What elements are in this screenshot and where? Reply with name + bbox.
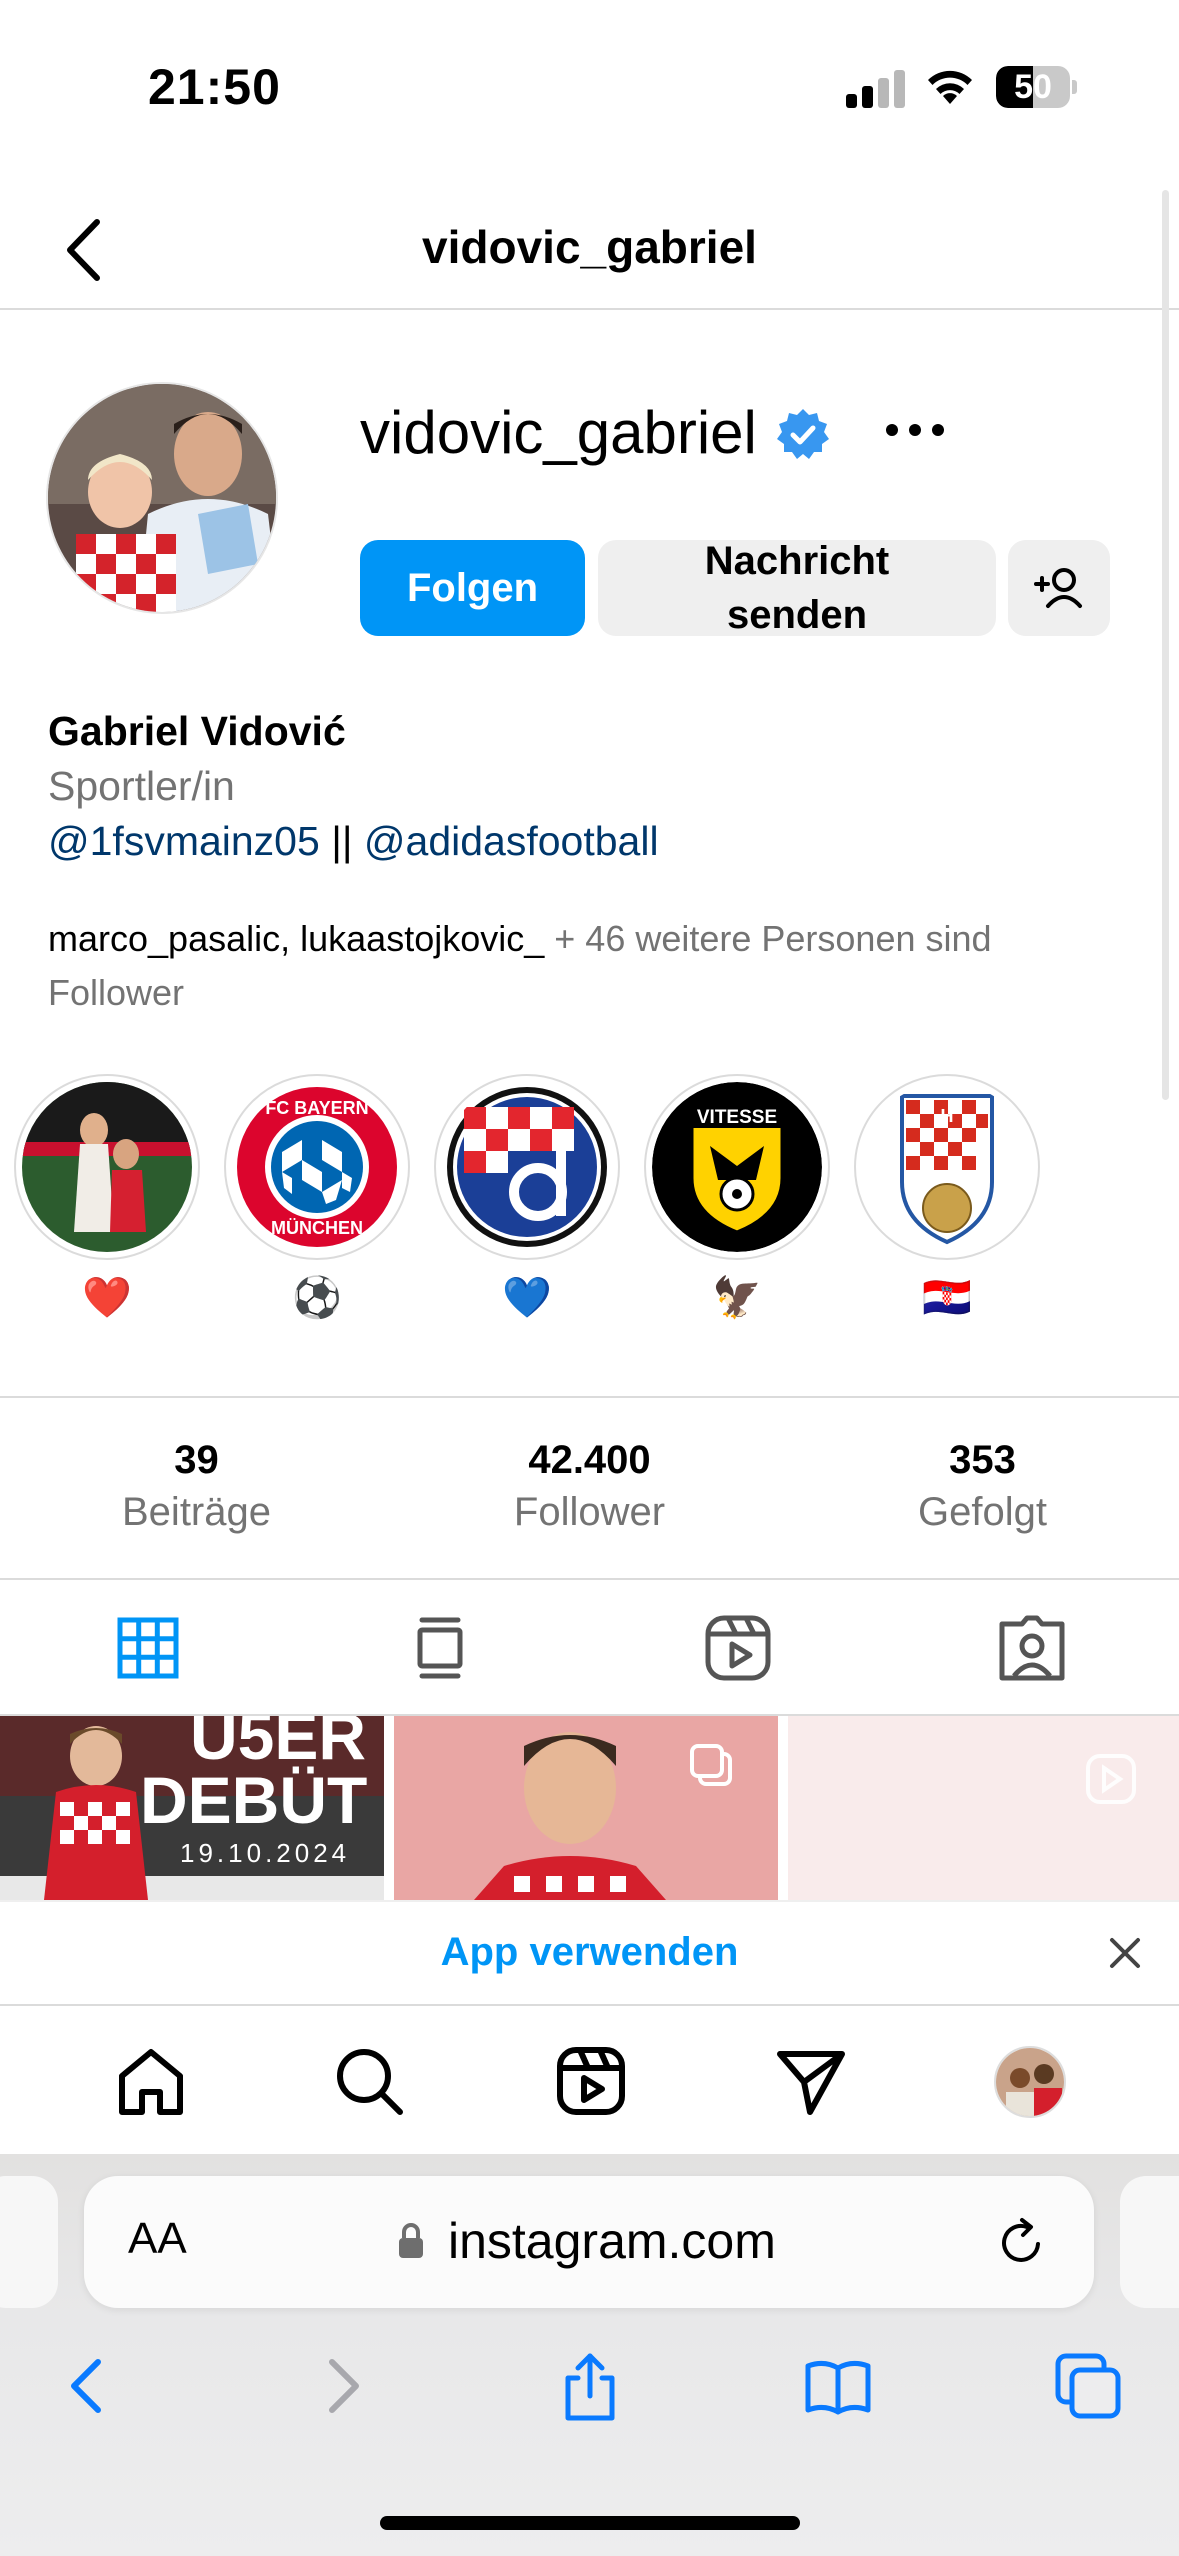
stat-followers[interactable]: 42.400 Follower (393, 1436, 786, 1540)
reload-icon[interactable] (994, 2214, 1050, 2270)
story-highlight[interactable]: FC BAYERN MÜNCHEN ⚽ (224, 1074, 414, 1324)
message-button[interactable]: Nachricht senden (598, 539, 996, 637)
home-indicator[interactable] (380, 2516, 800, 2530)
previous-tab-preview[interactable] (0, 2176, 58, 2308)
bio-links: @1fsvmainz05 || @adidasfootball (48, 818, 659, 865)
tab-grid-icon[interactable] (108, 1608, 188, 1688)
highlight-label: 🇭🇷 (922, 1276, 972, 1320)
vitesse-logo-icon: VITESSE (652, 1082, 822, 1252)
direct-message-icon[interactable] (774, 2044, 848, 2118)
stat-value: 353 (949, 1438, 1016, 1482)
suggest-user-button[interactable] (1008, 540, 1110, 636)
followed-by-account[interactable]: marco_pasalic (48, 918, 280, 959)
share-icon[interactable] (554, 2350, 626, 2422)
profile-avatar[interactable] (46, 382, 278, 614)
status-time: 21:50 (148, 59, 281, 115)
tab-feed-icon[interactable] (400, 1608, 480, 1688)
use-app-button[interactable]: App verwenden (0, 1930, 1179, 1975)
address-bar[interactable]: AA instagram.com (84, 2176, 1094, 2308)
story-highlight[interactable]: VITESSE 🦅 (644, 1074, 834, 1324)
stat-value: 39 (174, 1438, 219, 1482)
header-title: vidovic_gabriel (422, 221, 757, 273)
story-highlight[interactable]: ❤️ (14, 1074, 204, 1324)
dinamo-zagreb-logo-icon (442, 1082, 612, 1252)
profile-header: vidovic_gabriel (0, 190, 1179, 310)
tab-reels-icon[interactable] (698, 1608, 778, 1688)
scrollbar[interactable] (1162, 190, 1169, 1100)
story-highlight[interactable]: H 🇭🇷 (854, 1074, 1044, 1324)
profile-nav-avatar[interactable] (994, 2046, 1066, 2118)
fc-bayern-logo-icon: FC BAYERN MÜNCHEN (232, 1082, 402, 1252)
highlight-label: ❤️ (82, 1276, 132, 1320)
highlight-label: 🦅 (712, 1276, 762, 1320)
post-text: DEBÜT (140, 1763, 368, 1837)
home-icon[interactable] (114, 2044, 188, 2118)
message-button-label: Nachricht senden (704, 539, 890, 637)
tabs-icon[interactable] (1052, 2350, 1124, 2422)
wifi-icon (928, 70, 972, 104)
svg-text:MÜNCHEN: MÜNCHEN (271, 1218, 363, 1238)
hns-logo-icon: H (862, 1082, 1032, 1252)
search-icon[interactable] (332, 2044, 406, 2118)
svg-text:H: H (941, 1106, 954, 1126)
full-name: Gabriel Vidović (48, 708, 346, 754)
next-tab-preview[interactable] (1120, 2176, 1179, 2308)
battery-icon: 50 (996, 66, 1077, 108)
highlight-label: ⚽ (292, 1276, 342, 1320)
story-highlight[interactable]: 💙 (434, 1074, 624, 1324)
cellular-signal-icon (846, 70, 906, 108)
stat-label: Follower (513, 1490, 666, 1534)
post-thumbnail[interactable]: U5ER DEBÜT 19.10.2024 (0, 1716, 384, 1900)
stat-posts[interactable]: 39 Beiträge (0, 1436, 393, 1540)
svg-text:VITESSE: VITESSE (697, 1107, 777, 1128)
svg-text:FC BAYERN: FC BAYERN (265, 1098, 368, 1118)
verified-badge-icon (777, 409, 829, 459)
stat-label: Beiträge (122, 1490, 271, 1534)
follow-button[interactable]: Folgen (360, 540, 585, 636)
battery-level: 50 (1014, 68, 1052, 106)
stat-following[interactable]: 353 Gefolgt (786, 1436, 1179, 1540)
url-text: instagram.com (448, 2213, 776, 2269)
reader-options-button[interactable]: AA (128, 2214, 187, 2264)
bio-separator: || (331, 818, 353, 864)
bottom-nav (0, 2006, 1179, 2154)
post-thumbnail[interactable] (788, 1716, 1179, 1900)
post-date: 19.10.2024 (180, 1838, 351, 1868)
content-tabs (0, 1580, 1179, 1716)
close-icon[interactable] (1104, 1932, 1146, 1974)
tab-tagged-icon[interactable] (992, 1608, 1072, 1688)
more-options-icon[interactable] (880, 405, 950, 455)
followed-by-account[interactable]: lukaastojkovic_ (300, 918, 544, 959)
profile-stats: 39 Beiträge 42.400 Follower 353 Gefolgt (0, 1396, 1179, 1580)
highlight-photo-icon (22, 1082, 192, 1252)
reels-icon[interactable] (554, 2044, 628, 2118)
profile-category: Sportler/in (48, 763, 235, 809)
lock-icon (399, 2223, 423, 2258)
profile-username: vidovic_gabriel (360, 399, 757, 466)
post-thumbnail[interactable] (394, 1716, 778, 1900)
app-banner: App verwenden (0, 1900, 1179, 2006)
username-row: vidovic_gabriel (360, 398, 829, 468)
bio-link-mainz[interactable]: @1fsvmainz05 (48, 818, 320, 864)
safari-toolbar: AA instagram.com (0, 2154, 1179, 2556)
followed-by[interactable]: marco_pasalic, lukaastojkovic_ + 46 weit… (48, 912, 1128, 1020)
browser-back-icon[interactable] (52, 2350, 124, 2422)
stat-label: Gefolgt (918, 1490, 1047, 1534)
bookmarks-icon[interactable] (802, 2350, 874, 2422)
status-bar: 21:50 50 (0, 0, 1179, 150)
bio-link-adidas[interactable]: @adidasfootball (364, 818, 659, 864)
browser-forward-icon[interactable] (306, 2350, 378, 2422)
highlight-label: 💙 (502, 1276, 552, 1320)
stat-value: 42.400 (528, 1438, 651, 1482)
